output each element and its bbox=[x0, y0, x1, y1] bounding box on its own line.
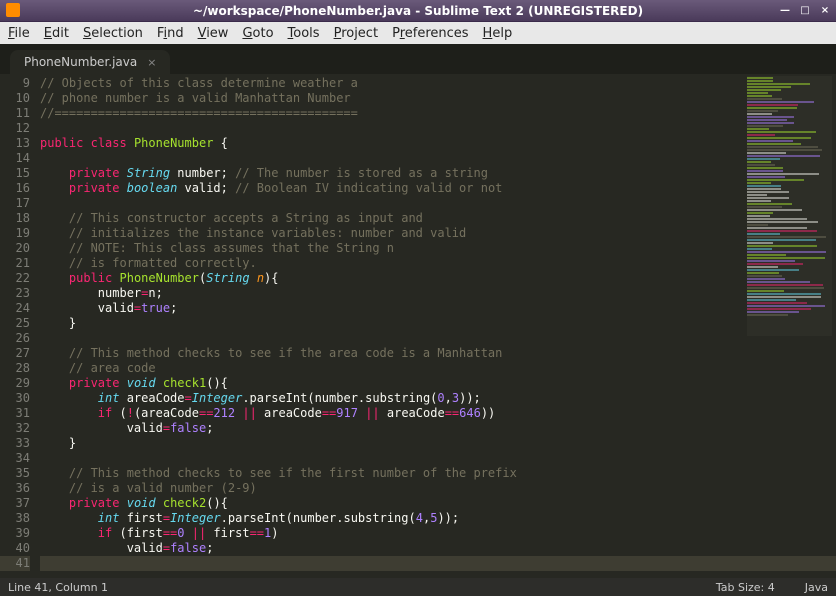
code-line: public PhoneNumber(String n){ bbox=[40, 271, 836, 286]
line-number: 40 bbox=[0, 541, 30, 556]
line-number: 38 bbox=[0, 511, 30, 526]
line-number: 34 bbox=[0, 451, 30, 466]
code-line bbox=[40, 151, 836, 166]
line-number: 35 bbox=[0, 466, 30, 481]
maximize-button[interactable]: □ bbox=[798, 3, 812, 17]
menu-find[interactable]: Find bbox=[157, 26, 184, 41]
tab-bar: PhoneNumber.java × bbox=[0, 44, 836, 74]
tab-label: PhoneNumber.java bbox=[24, 55, 137, 69]
code-line: private void check1(){ bbox=[40, 376, 836, 391]
menu-goto[interactable]: Goto bbox=[242, 26, 273, 41]
menu-project[interactable]: Project bbox=[334, 26, 379, 41]
code-line: if (!(areaCode==212 || areaCode==917 || … bbox=[40, 406, 836, 421]
menu-tools[interactable]: Tools bbox=[288, 26, 320, 41]
code-line: private boolean valid; // Boolean IV ind… bbox=[40, 181, 836, 196]
line-number: 11 bbox=[0, 106, 30, 121]
status-tabsize[interactable]: Tab Size: 4 bbox=[716, 581, 775, 594]
line-number: 18 bbox=[0, 211, 30, 226]
code-area[interactable]: // Objects of this class determine weath… bbox=[40, 74, 836, 578]
menu-preferences[interactable]: Preferences bbox=[392, 26, 468, 41]
code-line: } bbox=[40, 436, 836, 451]
code-line: public class PhoneNumber { bbox=[40, 136, 836, 151]
code-line: int areaCode=Integer.parseInt(number.sub… bbox=[40, 391, 836, 406]
code-line: } bbox=[40, 316, 836, 331]
line-number: 15 bbox=[0, 166, 30, 181]
code-line: // phone number is a valid Manhattan Num… bbox=[40, 91, 836, 106]
line-number: 24 bbox=[0, 301, 30, 316]
app-logo-icon bbox=[6, 3, 20, 17]
line-number: 25 bbox=[0, 316, 30, 331]
code-line: valid=false; bbox=[40, 541, 836, 556]
line-number: 27 bbox=[0, 346, 30, 361]
tab-close-icon[interactable]: × bbox=[147, 56, 156, 69]
line-number: 37 bbox=[0, 496, 30, 511]
menu-view[interactable]: View bbox=[198, 26, 229, 41]
code-line: // NOTE: This class assumes that the Str… bbox=[40, 241, 836, 256]
line-number: 30 bbox=[0, 391, 30, 406]
menu-file[interactable]: File bbox=[8, 26, 30, 41]
code-line: // This constructor accepts a String as … bbox=[40, 211, 836, 226]
window-titlebar: ~/workspace/PhoneNumber.java - Sublime T… bbox=[0, 0, 836, 22]
code-line: // area code bbox=[40, 361, 836, 376]
code-line: number=n; bbox=[40, 286, 836, 301]
editor[interactable]: 9101112131415161718192021222324252627282… bbox=[0, 74, 836, 578]
code-line: private void check2(){ bbox=[40, 496, 836, 511]
code-line: private String number; // The number is … bbox=[40, 166, 836, 181]
line-number: 26 bbox=[0, 331, 30, 346]
code-line bbox=[40, 196, 836, 211]
line-number: 13 bbox=[0, 136, 30, 151]
line-number: 39 bbox=[0, 526, 30, 541]
close-button[interactable]: × bbox=[818, 3, 832, 17]
code-line: valid=true; bbox=[40, 301, 836, 316]
code-line: // is a valid number (2-9) bbox=[40, 481, 836, 496]
line-number: 32 bbox=[0, 421, 30, 436]
code-line bbox=[40, 556, 836, 571]
window-title: ~/workspace/PhoneNumber.java - Sublime T… bbox=[193, 4, 643, 18]
menu-selection[interactable]: Selection bbox=[83, 26, 143, 41]
line-number: 17 bbox=[0, 196, 30, 211]
tab-phonenumber[interactable]: PhoneNumber.java × bbox=[10, 50, 170, 74]
minimap[interactable] bbox=[747, 76, 832, 336]
line-number: 22 bbox=[0, 271, 30, 286]
line-number: 28 bbox=[0, 361, 30, 376]
line-number: 10 bbox=[0, 91, 30, 106]
code-line: // is formatted correctly. bbox=[40, 256, 836, 271]
line-number: 9 bbox=[0, 76, 30, 91]
menu-help[interactable]: Help bbox=[483, 26, 513, 41]
status-syntax[interactable]: Java bbox=[805, 581, 828, 594]
window-controls: — □ × bbox=[778, 3, 832, 17]
code-line: // This method checks to see if the firs… bbox=[40, 466, 836, 481]
line-number: 14 bbox=[0, 151, 30, 166]
code-line: if (first==0 || first==1) bbox=[40, 526, 836, 541]
code-line: // This method checks to see if the area… bbox=[40, 346, 836, 361]
code-line: //======================================… bbox=[40, 106, 836, 121]
status-bar: Line 41, Column 1 Tab Size: 4 Java bbox=[0, 578, 836, 596]
line-number: 23 bbox=[0, 286, 30, 301]
line-gutter: 9101112131415161718192021222324252627282… bbox=[0, 74, 40, 578]
line-number: 36 bbox=[0, 481, 30, 496]
code-line bbox=[40, 121, 836, 136]
line-number: 19 bbox=[0, 226, 30, 241]
code-line bbox=[40, 451, 836, 466]
minimize-button[interactable]: — bbox=[778, 3, 792, 17]
code-line bbox=[40, 331, 836, 346]
line-number: 31 bbox=[0, 406, 30, 421]
line-number: 16 bbox=[0, 181, 30, 196]
code-line: valid=false; bbox=[40, 421, 836, 436]
line-number: 33 bbox=[0, 436, 30, 451]
line-number: 20 bbox=[0, 241, 30, 256]
menu-edit[interactable]: Edit bbox=[44, 26, 69, 41]
code-line: // initializes the instance variables: n… bbox=[40, 226, 836, 241]
code-line: // Objects of this class determine weath… bbox=[40, 76, 836, 91]
line-number: 29 bbox=[0, 376, 30, 391]
menu-bar: File Edit Selection Find View Goto Tools… bbox=[0, 22, 836, 44]
line-number: 12 bbox=[0, 121, 30, 136]
line-number: 21 bbox=[0, 256, 30, 271]
status-cursor: Line 41, Column 1 bbox=[8, 581, 108, 594]
code-line: int first=Integer.parseInt(number.substr… bbox=[40, 511, 836, 526]
line-number: 41 bbox=[0, 556, 30, 571]
